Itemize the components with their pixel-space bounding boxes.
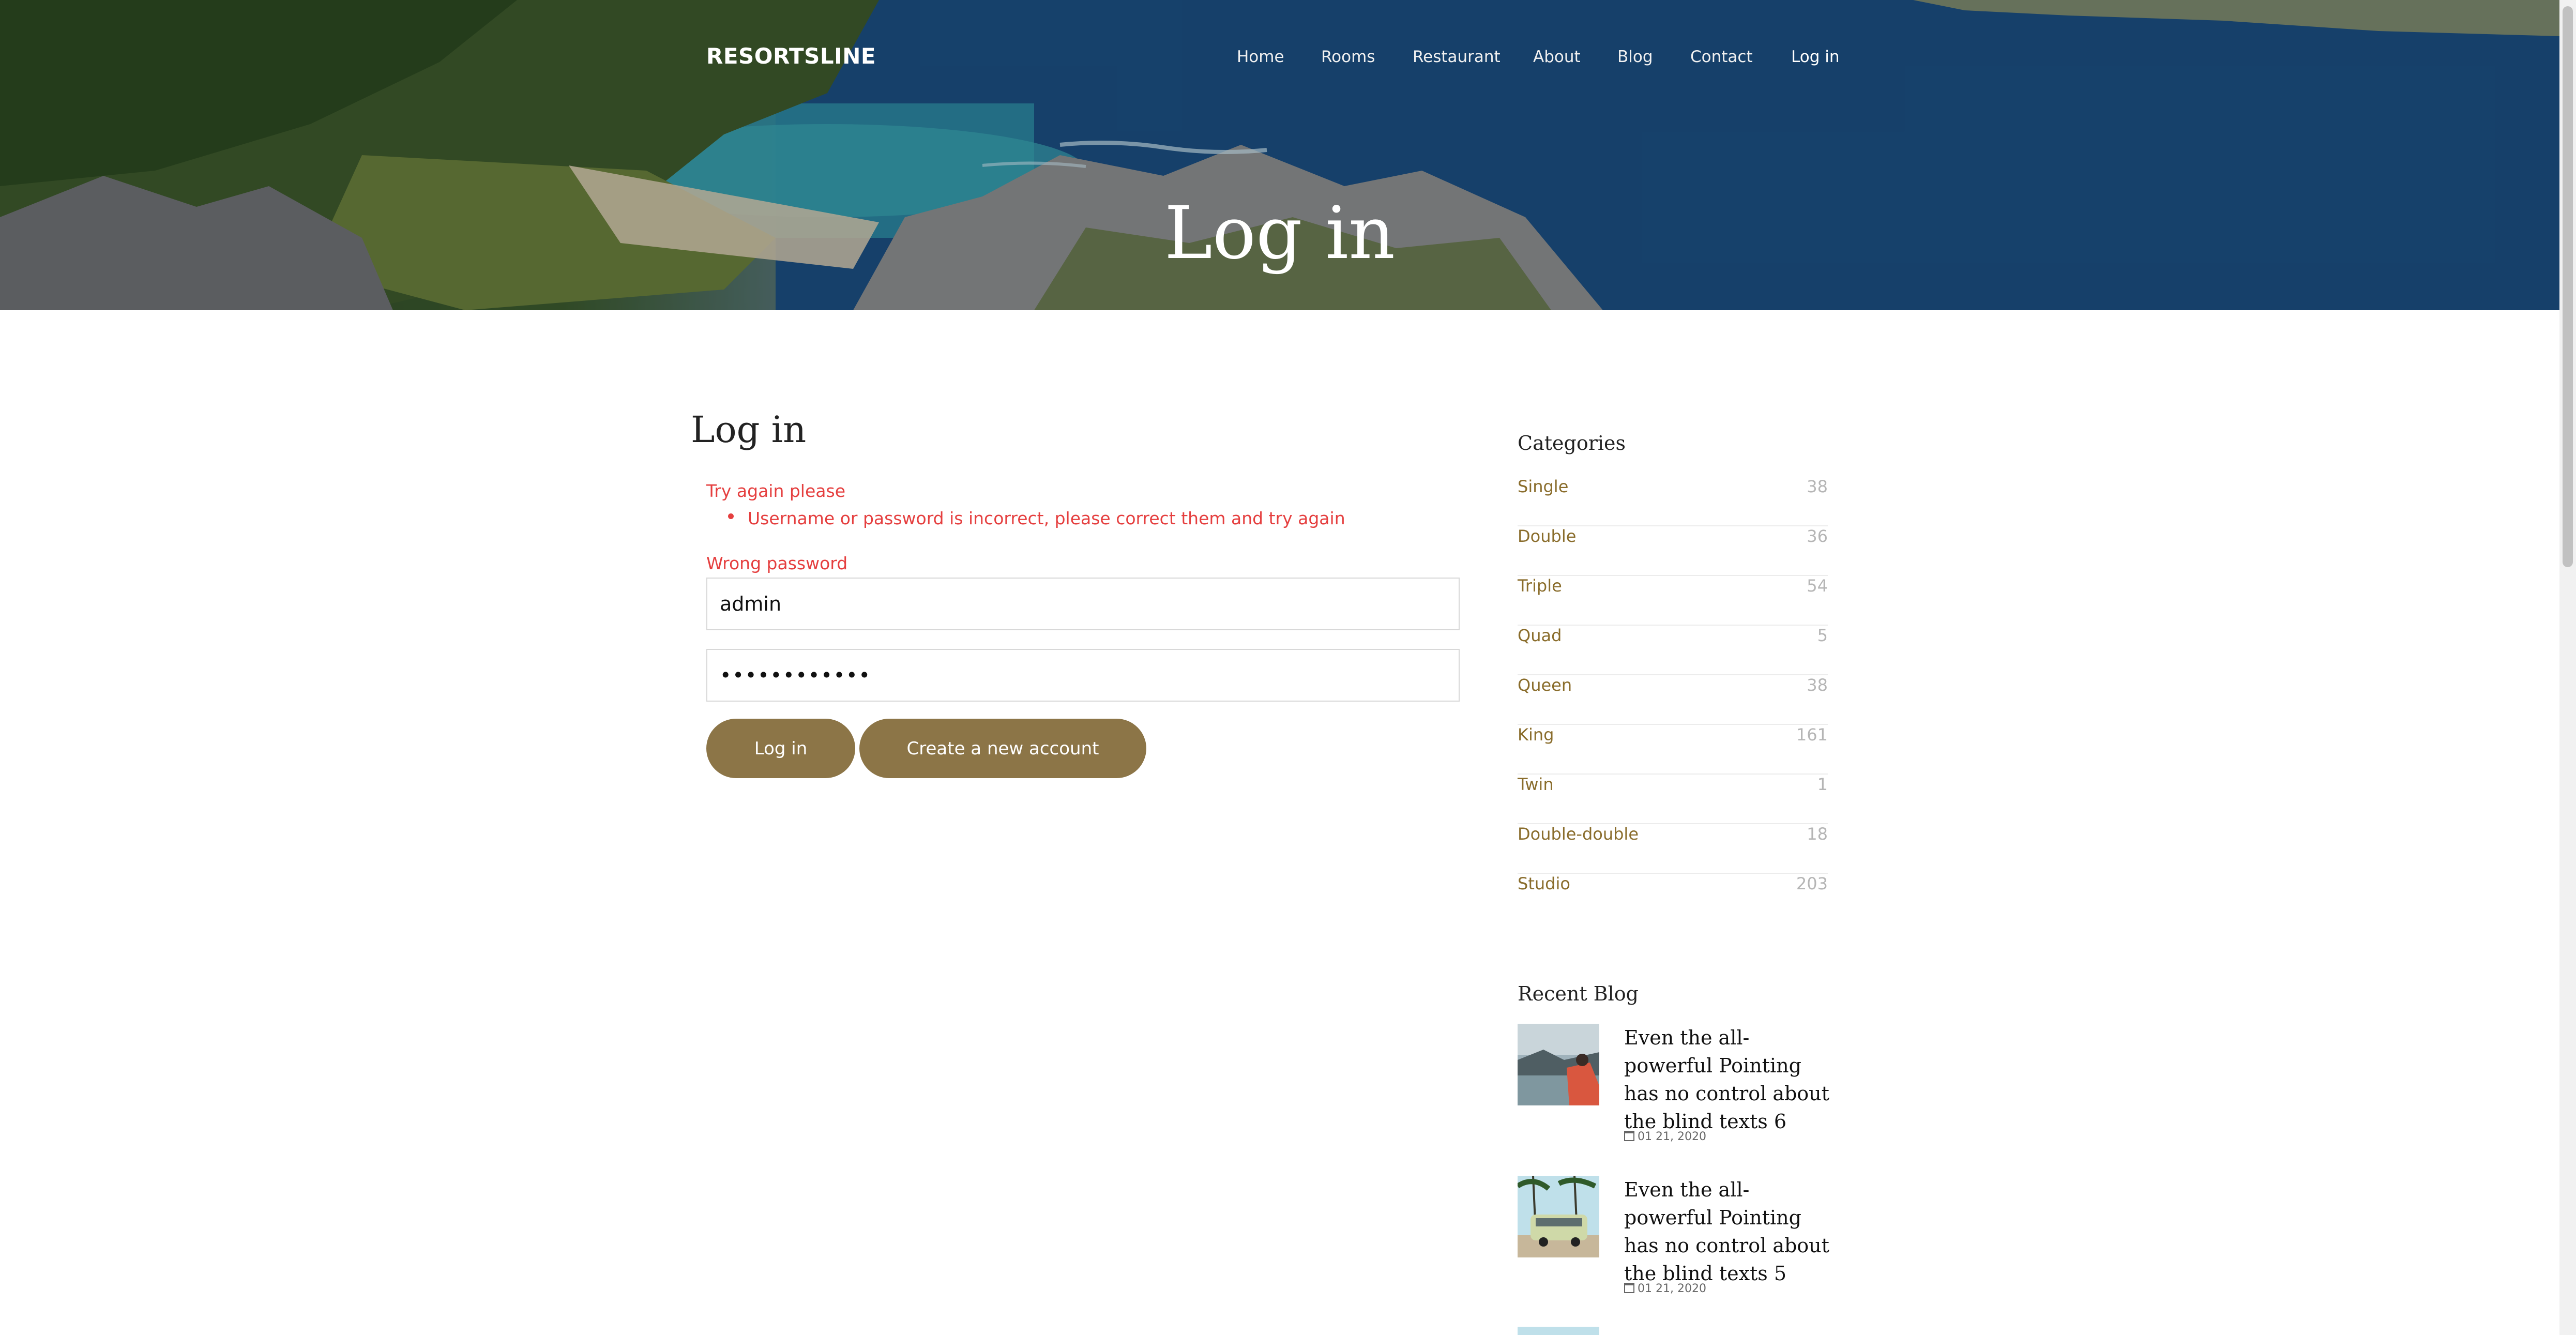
category-row-double[interactable]: Double 36 (1518, 526, 1828, 576)
category-name[interactable]: Studio (1518, 874, 1570, 893)
category-row-quad[interactable]: Quad 5 (1518, 626, 1828, 675)
category-count: 54 (1807, 576, 1828, 596)
blog-date-text: 01 21, 2020 (1638, 1282, 1706, 1295)
blog-thumbnail[interactable] (1518, 1176, 1599, 1257)
category-name[interactable]: Twin (1518, 775, 1554, 794)
category-row-double-double[interactable]: Double-double 18 (1518, 824, 1828, 874)
category-name[interactable]: Quad (1518, 626, 1562, 645)
category-count: 38 (1807, 477, 1828, 496)
category-row-triple[interactable]: Triple 54 (1518, 576, 1828, 626)
category-row-studio[interactable]: Studio 203 (1518, 874, 1828, 923)
error-bullet (728, 513, 734, 519)
category-count: 38 (1807, 675, 1828, 695)
category-name[interactable]: Triple (1518, 576, 1562, 596)
category-row-twin[interactable]: Twin 1 (1518, 775, 1828, 824)
password-input[interactable] (706, 649, 1460, 702)
category-row-single[interactable]: Single 38 (1518, 477, 1828, 526)
blog-post-partial[interactable] (1518, 1327, 1828, 1335)
nav-blog[interactable]: Blog (1617, 48, 1653, 66)
blog-title[interactable]: Even the all-powerful Pointing has no co… (1624, 1176, 1831, 1287)
error-title: Try again please (706, 481, 845, 501)
nav-restaurant[interactable]: Restaurant (1413, 48, 1501, 66)
nav-contact[interactable]: Contact (1690, 48, 1753, 66)
username-input[interactable] (706, 578, 1460, 630)
calendar-icon (1624, 1131, 1634, 1141)
blog-thumbnail-image (1518, 1176, 1599, 1257)
scrollbar-thumb[interactable] (2563, 6, 2573, 567)
blog-date-text: 01 21, 2020 (1638, 1130, 1706, 1143)
blog-date: 01 21, 2020 (1624, 1282, 1706, 1295)
page-scrollbar[interactable] (2559, 0, 2576, 1335)
category-name[interactable]: Double (1518, 526, 1576, 546)
category-count: 161 (1796, 725, 1828, 745)
category-name[interactable]: Queen (1518, 675, 1572, 695)
blog-thumbnail[interactable] (1518, 1024, 1599, 1105)
hero-title: Log in (1164, 191, 1396, 276)
category-count: 36 (1807, 526, 1828, 546)
category-row-queen[interactable]: Queen 38 (1518, 675, 1828, 725)
blog-post[interactable]: Even the all-powerful Pointing has no co… (1518, 1024, 1831, 1158)
categories-heading: Categories (1518, 432, 1626, 454)
category-count: 5 (1817, 626, 1828, 645)
category-count: 1 (1817, 775, 1828, 794)
recent-blog-heading: Recent Blog (1518, 982, 1639, 1005)
category-count: 18 (1807, 824, 1828, 844)
blog-title[interactable]: Even the all-powerful Pointing has no co… (1624, 1024, 1831, 1135)
blog-thumbnail[interactable] (1518, 1327, 1599, 1335)
create-account-button[interactable]: Create a new account (859, 719, 1146, 778)
category-row-king[interactable]: King 161 (1518, 725, 1828, 775)
category-name[interactable]: Double-double (1518, 824, 1639, 844)
nav-about[interactable]: About (1533, 48, 1581, 66)
login-button[interactable]: Log in (706, 719, 855, 778)
nav-login[interactable]: Log in (1791, 48, 1839, 66)
category-name[interactable]: Single (1518, 477, 1568, 496)
blog-date: 01 21, 2020 (1624, 1130, 1706, 1143)
nav-home[interactable]: Home (1237, 48, 1284, 66)
main-nav: Home Rooms Restaurant About Blog Contact… (0, 48, 2559, 68)
category-count: 203 (1796, 874, 1828, 893)
page-title: Log in (691, 408, 807, 451)
error-message: Username or password is incorrect, pleas… (748, 508, 1345, 528)
blog-post[interactable]: Even the all-powerful Pointing has no co… (1518, 1176, 1831, 1310)
category-name[interactable]: King (1518, 725, 1554, 745)
hero-banner: RESORTSLINE Home Rooms Restaurant About … (0, 0, 2559, 310)
calendar-icon (1624, 1283, 1634, 1293)
password-error: Wrong password (706, 553, 848, 573)
nav-rooms[interactable]: Rooms (1321, 48, 1375, 66)
blog-thumbnail-image (1518, 1024, 1599, 1105)
